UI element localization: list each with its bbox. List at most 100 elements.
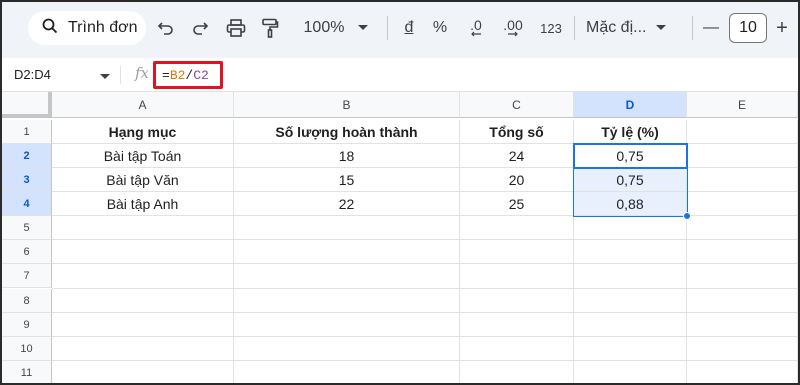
cell-a4[interactable]: Bài tập Anh	[52, 192, 234, 216]
formula-ref-b2: B2	[169, 67, 186, 83]
menu-search[interactable]: Trình đơn	[28, 11, 146, 45]
empty-cell[interactable]	[234, 361, 460, 383]
cell-a3[interactable]: Bài tập Văn	[52, 168, 234, 192]
font-name: Mặc đị...	[586, 19, 647, 36]
empty-cell[interactable]	[687, 289, 798, 313]
empty-cell[interactable]	[687, 216, 798, 240]
empty-cell[interactable]	[460, 361, 574, 383]
paint-format-icon	[261, 18, 279, 38]
empty-cell[interactable]	[52, 337, 234, 361]
undo-button[interactable]	[152, 14, 180, 42]
empty-cell[interactable]	[460, 216, 574, 240]
fill-handle[interactable]	[683, 212, 691, 220]
empty-cell[interactable]	[574, 337, 687, 361]
empty-cell[interactable]	[574, 313, 687, 337]
font-size-input[interactable]: 10	[729, 13, 767, 43]
column-header-a[interactable]: A	[52, 92, 234, 118]
decrease-decimal-button[interactable]: .0	[462, 14, 490, 42]
empty-cell[interactable]	[687, 313, 798, 337]
cell-e4[interactable]	[687, 192, 798, 216]
cell-c3[interactable]: 20	[460, 168, 574, 192]
cell-c2[interactable]: 24	[460, 144, 574, 168]
row-header-3[interactable]: 3	[2, 168, 52, 192]
empty-cell[interactable]	[574, 216, 687, 240]
empty-cell[interactable]	[460, 313, 574, 337]
print-button[interactable]	[222, 14, 250, 42]
cell-d2[interactable]: 0,75	[574, 144, 687, 168]
column-header-e[interactable]: E	[687, 92, 798, 118]
row-header-7[interactable]: 7	[2, 264, 52, 288]
empty-cell[interactable]	[574, 264, 687, 289]
row-header-11[interactable]: 11	[2, 361, 52, 383]
empty-cell[interactable]	[52, 240, 234, 264]
increase-decimal-button[interactable]: .00	[498, 14, 528, 42]
empty-cell[interactable]	[460, 240, 574, 264]
empty-cell[interactable]	[574, 240, 687, 264]
row-header-2[interactable]: 2	[2, 144, 52, 168]
cell-a1[interactable]: Hạng mục	[52, 120, 234, 144]
empty-cell[interactable]	[574, 361, 687, 383]
decrease-font-size-button[interactable]: —	[699, 14, 723, 42]
empty-cell[interactable]	[687, 337, 798, 361]
empty-cell[interactable]	[460, 264, 574, 289]
cell-b1[interactable]: Số lượng hoàn thành	[234, 120, 460, 144]
empty-cell[interactable]	[234, 240, 460, 264]
empty-cell[interactable]	[52, 216, 234, 240]
cell-b2[interactable]: 18	[234, 144, 460, 168]
empty-cell[interactable]	[52, 264, 234, 289]
row-header-4[interactable]: 4	[2, 192, 52, 216]
empty-cell[interactable]	[687, 240, 798, 264]
empty-cell[interactable]	[234, 313, 460, 337]
row-header-9[interactable]: 9	[2, 313, 52, 337]
empty-cell[interactable]	[687, 361, 798, 383]
decrease-decimal-label: .0	[470, 17, 482, 33]
column-header-c[interactable]: C	[460, 92, 574, 118]
toolbar-divider	[387, 16, 388, 40]
empty-cell[interactable]	[52, 361, 234, 383]
cell-d3[interactable]: 0,75	[574, 168, 687, 192]
chevron-down-icon	[656, 25, 667, 31]
row-header-1[interactable]: 1	[2, 120, 52, 144]
row-header-10[interactable]: 10	[2, 337, 52, 361]
cell-e2[interactable]	[687, 144, 798, 168]
column-header-b[interactable]: B	[234, 92, 460, 118]
undo-icon	[157, 19, 175, 37]
name-box[interactable]: D2:D4	[14, 67, 51, 82]
select-all-corner[interactable]	[2, 92, 52, 118]
cell-e1[interactable]	[687, 120, 798, 144]
empty-cell[interactable]	[460, 289, 574, 313]
cell-e3[interactable]	[687, 168, 798, 192]
increase-decimal-label: .00	[503, 17, 523, 33]
formula-input[interactable]: = B2 / C2	[153, 61, 223, 89]
column-header-d[interactable]: D	[574, 92, 687, 118]
paint-format-button[interactable]	[256, 14, 284, 42]
cell-b4[interactable]: 22	[234, 192, 460, 216]
empty-cell[interactable]	[687, 264, 798, 289]
chevron-down-icon[interactable]	[100, 67, 110, 85]
percent-format-button[interactable]: %	[429, 14, 451, 42]
zoom-select[interactable]: 100%	[296, 14, 376, 42]
increase-font-size-button[interactable]: +	[770, 14, 794, 42]
cell-b3[interactable]: 15	[234, 168, 460, 192]
empty-cell[interactable]	[234, 216, 460, 240]
cell-d4[interactable]: 0,88	[574, 192, 687, 216]
redo-button[interactable]	[186, 14, 214, 42]
empty-cell[interactable]	[52, 313, 234, 337]
currency-format-button[interactable]: đ	[397, 14, 421, 42]
row-header-8[interactable]: 8	[2, 289, 52, 313]
empty-cell[interactable]	[234, 337, 460, 361]
empty-cell[interactable]	[460, 337, 574, 361]
print-icon	[226, 19, 246, 37]
empty-cell[interactable]	[234, 264, 460, 289]
row-header-5[interactable]: 5	[2, 216, 52, 240]
cell-a2[interactable]: Bài tập Toán	[52, 144, 234, 168]
cell-c1[interactable]: Tổng số	[460, 120, 574, 144]
empty-cell[interactable]	[574, 289, 687, 313]
cell-c4[interactable]: 25	[460, 192, 574, 216]
empty-cell[interactable]	[234, 289, 460, 313]
font-select[interactable]: Mặc đị...	[586, 14, 682, 42]
empty-cell[interactable]	[52, 289, 234, 313]
number-format-button[interactable]: 123	[537, 14, 565, 42]
cell-d1[interactable]: Tỷ lệ (%)	[574, 120, 687, 144]
row-header-6[interactable]: 6	[2, 240, 52, 264]
